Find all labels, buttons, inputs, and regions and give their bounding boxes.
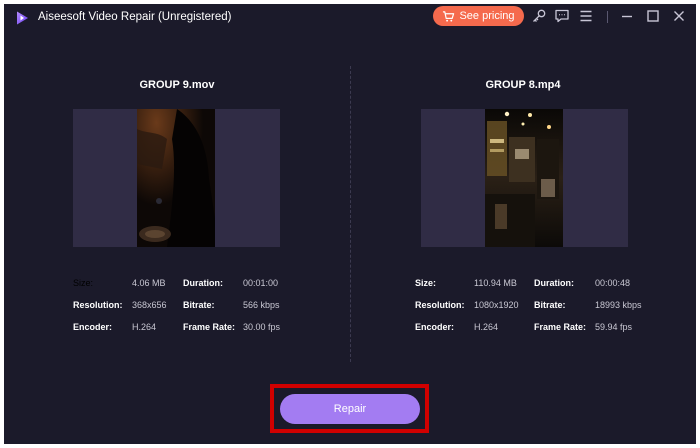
reference-file-name: GROUP 8.mp4 — [485, 79, 561, 91]
size-label: Size: — [415, 278, 437, 288]
size-value: 110.94 MB — [474, 278, 517, 288]
repair-button[interactable]: Repair — [280, 394, 420, 424]
encoder-value: H.264 — [474, 322, 499, 332]
source-video-frame — [137, 109, 215, 247]
app-logo-icon — [14, 10, 30, 26]
resolution-value: 368x656 — [132, 300, 167, 310]
window-title: Aiseesoft Video Repair (Unregistered) — [38, 11, 232, 23]
source-video-preview[interactable] — [73, 109, 280, 247]
encoder-value: H.264 — [132, 322, 157, 332]
source-video-panel: GROUP 9.mov Size: 4.06 MB Duration: 00:0… — [4, 32, 350, 368]
duration-label: Duration: — [183, 278, 223, 288]
frame-rate-label: Frame Rate: — [534, 322, 587, 332]
maximize-icon[interactable] — [645, 8, 661, 24]
cart-icon — [442, 10, 455, 23]
duration-value: 00:01:00 — [243, 278, 279, 288]
encoder-label: Encoder: — [73, 322, 113, 332]
frame-rate-label: Frame Rate: — [183, 322, 236, 332]
title-bar: Aiseesoft Video Repair (Unregistered) Se… — [4, 4, 696, 32]
bitrate-label: Bitrate: — [183, 300, 215, 310]
resolution-label: Resolution: — [415, 300, 465, 310]
see-pricing-button[interactable]: See pricing — [433, 6, 524, 26]
bitrate-label: Bitrate: — [534, 300, 566, 310]
reference-video-panel: GROUP 8.mp4 Size: 110.94 MB Duration: 00… — [350, 32, 696, 368]
source-file-name: GROUP 9.mov — [139, 79, 215, 91]
duration-value: 00:00:48 — [595, 278, 631, 288]
feedback-icon[interactable] — [554, 8, 570, 24]
frame-rate-value: 30.00 fps — [243, 322, 281, 332]
resolution-label: Resolution: — [73, 300, 123, 310]
app-window: Aiseesoft Video Repair (Unregistered) Se… — [4, 4, 696, 444]
close-icon[interactable] — [671, 8, 687, 24]
size-value: 4.06 MB — [132, 278, 166, 288]
size-label: Size: — [73, 278, 94, 288]
minimize-icon[interactable] — [619, 8, 635, 24]
repair-button-label: Repair — [333, 403, 367, 415]
bitrate-value: 566 kbps — [243, 300, 280, 310]
reference-video-preview[interactable] — [421, 109, 628, 247]
bitrate-value: 18993 kbps — [595, 300, 642, 310]
titlebar-separator — [607, 11, 608, 23]
duration-label: Duration: — [534, 278, 574, 288]
see-pricing-label: See pricing — [459, 10, 515, 22]
reference-video-frame — [485, 109, 563, 247]
frame-rate-value: 59.94 fps — [595, 322, 633, 332]
encoder-label: Encoder: — [415, 322, 455, 332]
menu-icon[interactable] — [578, 8, 594, 24]
key-icon[interactable] — [531, 8, 547, 24]
resolution-value: 1080x1920 — [474, 300, 519, 310]
